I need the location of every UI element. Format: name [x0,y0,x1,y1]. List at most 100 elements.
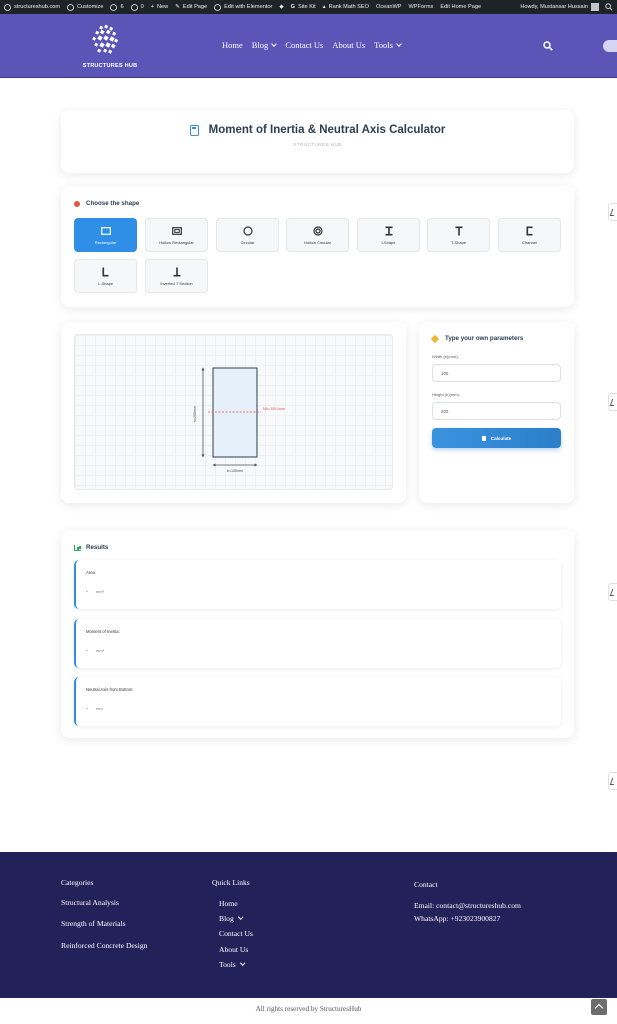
shape-l-shape-button[interactable]: L-Shape [74,259,137,293]
admin-updates-count: 6 [120,4,124,10]
nav-about-label: About Us [332,40,366,50]
plus-icon: + [150,4,154,10]
footer-link-label: Blog [219,914,234,923]
params-heading-text: Type your own parameters [445,335,524,342]
diamond-icon: ◆ [279,4,284,10]
admin-comments[interactable]: 0 [130,3,144,11]
elementor-icon [214,3,222,11]
admin-wpforms[interactable]: WPForms [408,4,433,10]
shape-circular-button[interactable]: Circular [216,218,279,252]
results-card: Results Area: - mm² Moment of Inertia: -… [61,530,574,738]
calculate-button[interactable]: Calculate [432,428,561,448]
admin-oceanwp-label: OceanWP [375,4,402,10]
nav-home[interactable]: Home [222,40,243,50]
pencil-icon: ✎ [175,4,180,10]
admin-site-link[interactable]: structureshub.com [4,3,60,11]
t-shape-icon [455,226,463,236]
admin-edit-home-label: Edit Home Page [440,4,482,10]
nav-contact[interactable]: Contact Us [285,40,323,50]
shape-label: I-Shape [381,239,396,245]
admin-edit-home[interactable]: Edit Home Page [440,4,481,10]
section-drawing-canvas: h=200mm b=100mm NA=100.0mm [74,334,393,490]
result-value: - [86,589,88,595]
admin-howdy[interactable]: Howdy, Mustansar Hussain [520,4,588,10]
rankmath-icon: ▴ [322,4,326,10]
calculator-icon [189,124,199,136]
title-row: Moment of Inertia & Neutral Axis Calcula… [61,124,574,136]
footer-category-link[interactable]: Reinforced Concrete Design [61,941,147,950]
nav-contact-label: Contact Us [285,40,324,50]
nav-about[interactable]: About Us [332,40,365,50]
avatar[interactable] [591,3,599,11]
admin-bar: structureshub.com Customize 6 0 + New ✎ Ed… [0,0,617,14]
result-value: - [86,706,88,712]
edge-tab-button[interactable] [608,772,617,790]
result-unit: mm⁴ [96,648,105,653]
admin-sitekit[interactable]: G Site Kit [291,4,316,10]
footer-link-contact[interactable]: Contact Us [219,929,253,938]
result-label: Neutral Axis from Bottom: [86,687,134,692]
admin-updates[interactable]: 6 [110,3,124,11]
footer-quick-links-title: Quick Links [212,878,250,887]
shape-hollow-rectangular-button[interactable]: Hollow Rectangular [145,218,208,252]
chevron-down-icon [238,914,244,920]
admin-rankmath-label: Rank Math SEO [328,4,369,10]
shape-hollow-circular-button[interactable]: Hollow Circular [286,218,349,252]
rectangle-icon [100,226,111,236]
channel-icon [526,226,533,236]
admin-oceanwp[interactable]: OceanWP [376,4,402,10]
admin-rankmath[interactable]: ▴ Rank Math SEO [323,4,369,10]
site-logo[interactable]: STRUCTURES HUB [78,22,138,74]
globe-logo-icon [92,24,119,54]
footer-whatsapp[interactable]: WhatsApp: +923023900827 [414,914,500,923]
footer-link-label: Contact Us [219,929,253,938]
edge-tab-button[interactable] [608,583,617,601]
admin-new[interactable]: + New [151,4,168,10]
results-heading-text: Results [86,544,109,551]
footer-link-home[interactable]: Home [219,899,238,908]
admin-diamond[interactable]: ◆ [279,4,283,10]
width-input-value: 100 [441,370,449,376]
footer-email[interactable]: Email: contact@structureshub.com [414,901,521,910]
result-unit: mm [96,706,103,711]
site-footer: Categories Structural Analysis Strength … [0,852,617,998]
shape-channel-button[interactable]: Channel [498,218,561,252]
footer-category-link[interactable]: Strength of Materials [61,919,126,928]
chevron-down-icon [396,40,402,47]
shape-t-shape-button[interactable]: T-Shape [427,218,490,252]
shape-heading: Choose the shape [74,200,139,207]
hollow-rectangle-icon [171,226,182,236]
footer-link-about[interactable]: About Us [219,945,248,954]
shape-inverted-t-button[interactable]: Inverted T Section [145,259,208,293]
nav-tools[interactable]: Tools [374,40,402,50]
admin-customize[interactable]: Customize [67,3,103,11]
admin-search-icon[interactable] [605,3,613,11]
scroll-to-top-button[interactable] [591,999,607,1015]
width-label: b=100mm [227,469,243,473]
result-label: Moment of Inertia: [86,629,120,634]
height-field-label: Height (h)(mm): [432,392,461,397]
footer-link-tools[interactable]: Tools [219,960,246,969]
edge-tab-button[interactable] [608,393,617,411]
page-subtitle: STRUCTURES HUB [293,143,342,148]
result-label: Area: [86,570,97,575]
inverted-t-icon [173,267,181,277]
result-value: - [86,648,88,654]
width-input[interactable]: 100 [432,364,561,382]
admin-comments-count: 0 [140,4,144,10]
shape-rectangular-button[interactable]: Rectangular [74,218,137,252]
search-icon[interactable] [543,41,553,51]
admin-edit-page[interactable]: ✎ Edit Page [175,4,207,10]
shape-i-shape-button[interactable]: I-Shape [357,218,420,252]
admin-user-area: Howdy, Mustansar Hussain [520,0,613,14]
side-panel-toggle[interactable] [603,40,617,52]
shape-label: Circular [240,239,255,245]
height-input[interactable]: 200 [432,402,561,420]
footer-category-link[interactable]: Structural Analysis [61,898,119,907]
nav-blog[interactable]: Blog [252,40,278,50]
admin-elementor[interactable]: Edit with Elementor [214,3,272,11]
i-shape-icon [385,226,393,236]
edge-tab-button[interactable] [608,203,617,221]
footer-link-blog[interactable]: Blog [219,914,244,923]
shape-selector-card: Choose the shape Rectangular Hollow Rect… [61,186,574,307]
